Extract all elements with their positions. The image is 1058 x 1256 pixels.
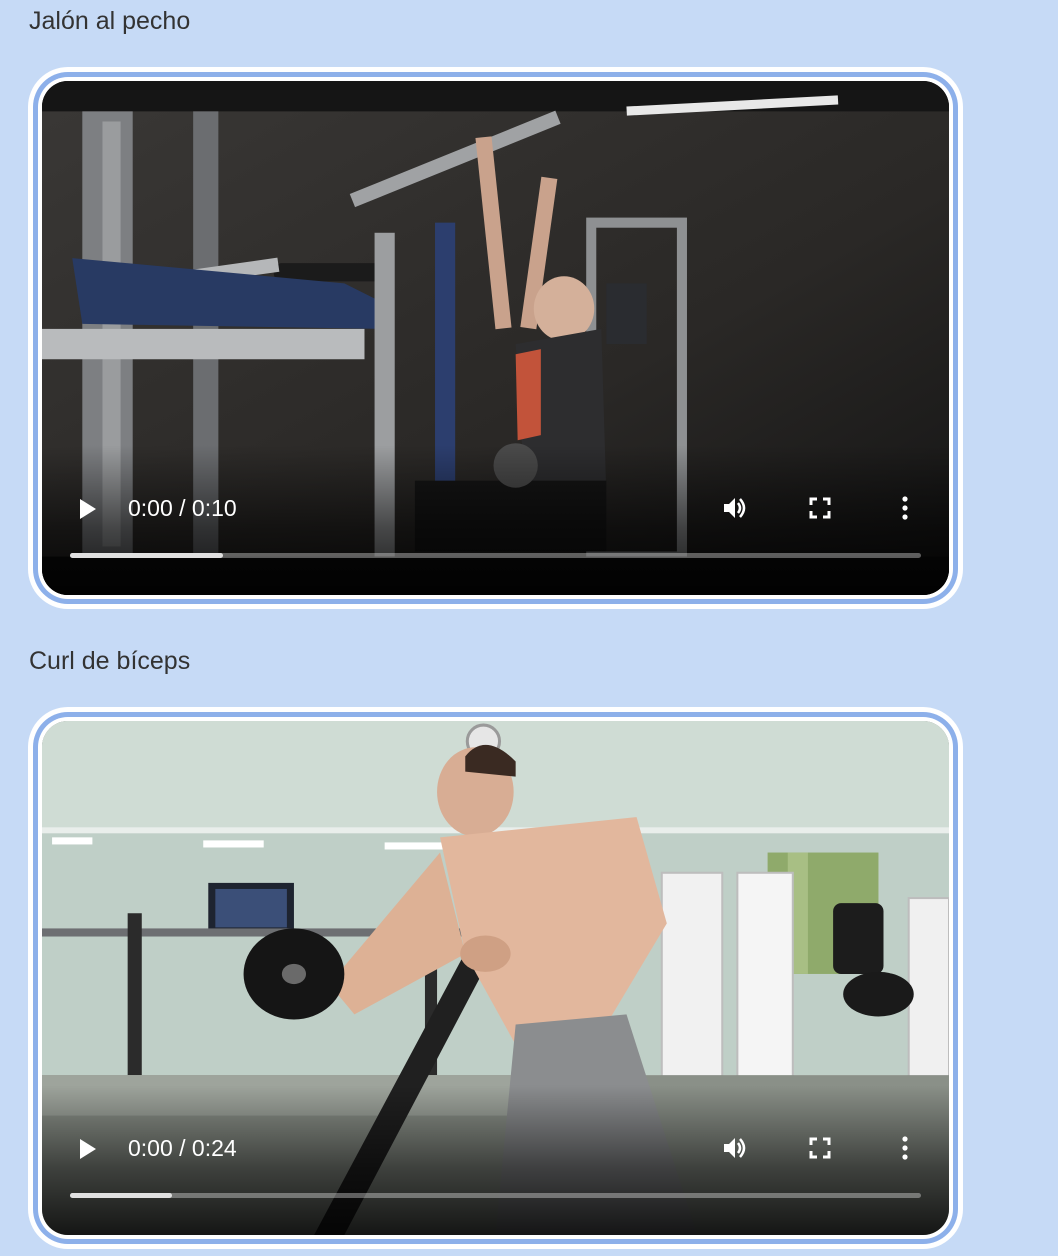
video-player-biceps-curl[interactable]: 0:00 / 0:24 bbox=[42, 721, 949, 1235]
volume-button[interactable] bbox=[721, 1134, 749, 1162]
video-controls: 0:00 / 0:10 bbox=[42, 445, 949, 595]
video-controls: 0:00 / 0:24 bbox=[42, 1085, 949, 1235]
fullscreen-button[interactable] bbox=[806, 494, 834, 522]
timeline-progress bbox=[70, 553, 224, 558]
play-icon bbox=[80, 499, 96, 519]
time-display: 0:00 / 0:24 bbox=[128, 1135, 237, 1161]
timeline-scrubber[interactable] bbox=[70, 553, 921, 558]
volume-button[interactable] bbox=[721, 494, 749, 522]
video-frame: 0:00 / 0:10 bbox=[28, 67, 963, 609]
more-options-icon bbox=[902, 1136, 908, 1160]
video-player-lat-pulldown[interactable]: 0:00 / 0:10 bbox=[42, 81, 949, 595]
fullscreen-icon bbox=[809, 497, 831, 519]
exercise-title: Jalón al pecho bbox=[29, 7, 191, 35]
exercise-title: Curl de bíceps bbox=[29, 647, 191, 675]
time-display: 0:00 / 0:10 bbox=[128, 495, 237, 521]
timeline-progress bbox=[70, 1193, 173, 1198]
volume-icon bbox=[724, 1138, 746, 1158]
play-button[interactable] bbox=[76, 1138, 98, 1160]
play-icon bbox=[80, 1139, 96, 1159]
more-options-button[interactable] bbox=[891, 494, 919, 522]
video-frame: 0:00 / 0:24 bbox=[28, 707, 963, 1249]
fullscreen-button[interactable] bbox=[806, 1134, 834, 1162]
play-button[interactable] bbox=[76, 498, 98, 520]
fullscreen-icon bbox=[809, 1137, 831, 1159]
volume-icon bbox=[724, 498, 746, 518]
more-options-button[interactable] bbox=[891, 1134, 919, 1162]
more-options-icon bbox=[902, 496, 908, 520]
timeline-scrubber[interactable] bbox=[70, 1193, 921, 1198]
